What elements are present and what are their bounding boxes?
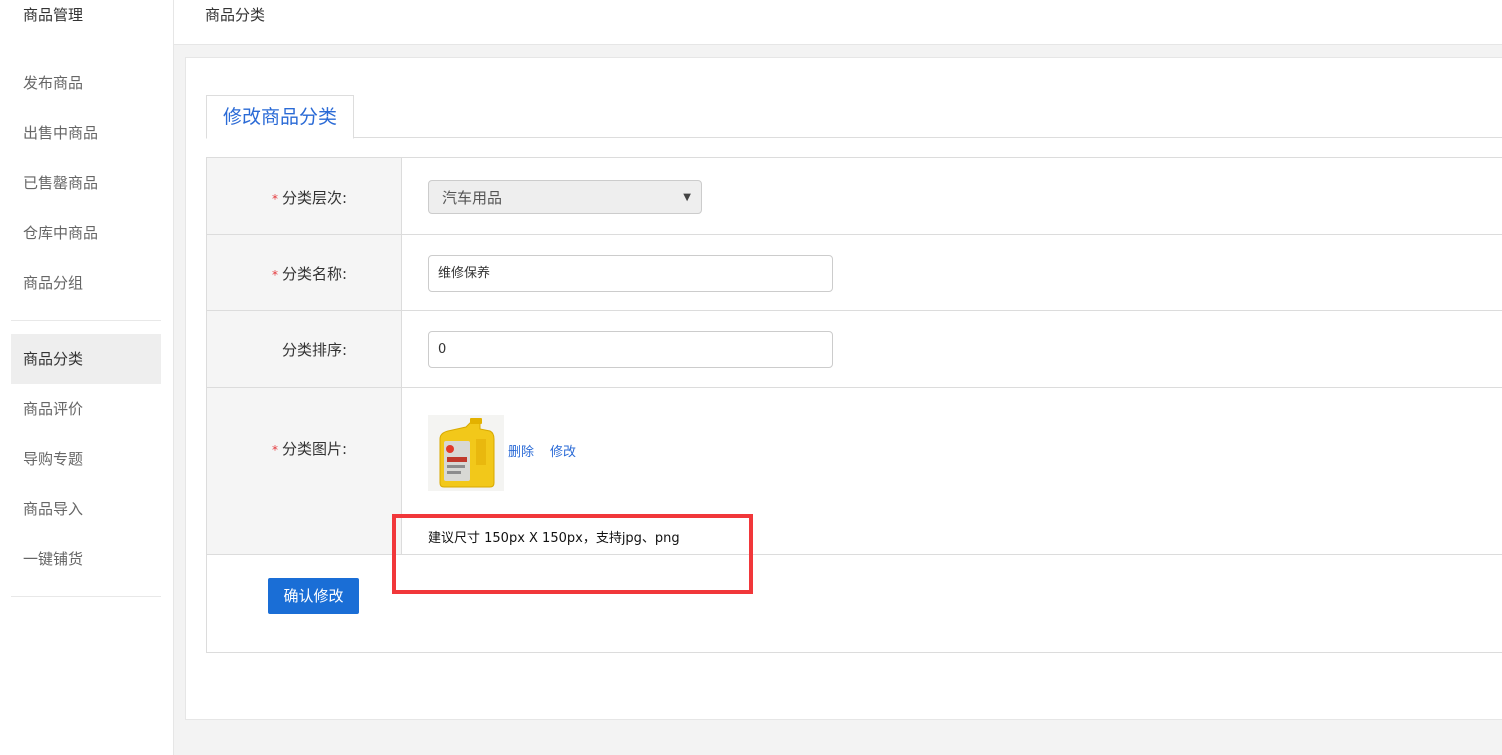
sidebar-item-reviews[interactable]: 商品评价	[11, 384, 161, 434]
label-cell: 分类排序:	[207, 311, 402, 387]
sidebar-item-sold-out[interactable]: 已售罄商品	[11, 158, 161, 208]
sidebar-title: 商品管理	[23, 6, 84, 24]
label-cell: * 分类层次:	[207, 158, 402, 234]
sidebar-item-groups[interactable]: 商品分组	[11, 258, 161, 308]
caret-down-icon: ▼	[683, 192, 691, 203]
confirm-edit-button[interactable]: 确认修改	[268, 578, 359, 614]
oil-bottle-icon	[428, 415, 504, 491]
annotation-highlight-box	[392, 514, 753, 594]
sidebar-divider	[11, 596, 161, 597]
sidebar-item-topics[interactable]: 导购专题	[11, 434, 161, 484]
tab-edit-category[interactable]: 修改商品分类	[206, 95, 355, 139]
field-label: * 分类图片:	[271, 440, 347, 458]
select-value: 汽车用品	[442, 189, 503, 207]
edit-image-link[interactable]: 修改	[550, 441, 576, 460]
sidebar-divider	[11, 320, 161, 321]
main-panel: 修改商品分类 * 分类层次: 汽车用品 ▼ * 分类名称: 维修保养 分类排序: 0	[185, 57, 1502, 720]
form-row-level: * 分类层次: 汽车用品 ▼	[207, 158, 1502, 235]
label-cell: * 分类图片:	[207, 388, 402, 554]
label-cell: * 分类名称:	[207, 235, 402, 310]
breadcrumb: 商品分类	[205, 6, 266, 24]
sidebar: 商品管理 发布商品 出售中商品 已售罄商品 仓库中商品 商品分组 商品分类 商品…	[0, 0, 174, 755]
required-mark: *	[271, 443, 278, 457]
category-level-select[interactable]: 汽车用品 ▼	[428, 180, 702, 214]
category-sort-input[interactable]: 0	[428, 331, 833, 368]
form-row-name: * 分类名称: 维修保养	[207, 235, 1502, 311]
required-mark: *	[271, 192, 278, 206]
form-row-sort: 分类排序: 0	[207, 311, 1502, 388]
category-name-input[interactable]: 维修保养	[428, 255, 833, 292]
required-mark: *	[271, 268, 278, 282]
category-image-thumbnail	[428, 415, 504, 491]
sidebar-item-import[interactable]: 商品导入	[11, 484, 161, 534]
delete-image-link[interactable]: 删除	[508, 441, 534, 460]
field-label: 分类排序:	[281, 341, 347, 359]
tab-bar-line	[206, 137, 1502, 138]
sidebar-item-one-click[interactable]: 一键铺货	[11, 534, 161, 584]
top-bar: 商品分类	[174, 0, 1502, 45]
sidebar-item-on-sale[interactable]: 出售中商品	[11, 108, 161, 158]
field-label: * 分类名称:	[271, 265, 347, 283]
field-label: * 分类层次:	[271, 189, 347, 207]
sidebar-item-publish[interactable]: 发布商品	[11, 58, 161, 108]
sidebar-item-warehouse[interactable]: 仓库中商品	[11, 208, 161, 258]
sidebar-item-categories[interactable]: 商品分类	[11, 334, 161, 384]
